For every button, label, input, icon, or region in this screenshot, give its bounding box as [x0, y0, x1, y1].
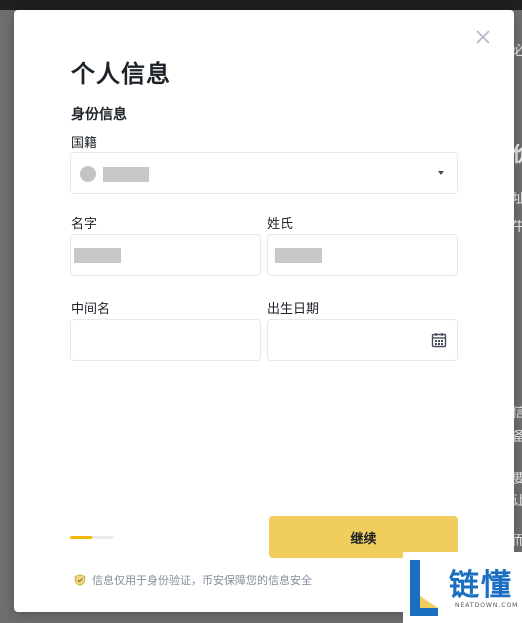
redacted-first-name	[74, 248, 121, 263]
first-name-field[interactable]	[70, 234, 261, 276]
last-name-field[interactable]	[267, 234, 458, 276]
last-name-label: 姓氏	[267, 217, 294, 232]
middle-name-field[interactable]	[70, 319, 261, 361]
first-name-label: 名字	[71, 217, 98, 232]
watermark-logo: 链懂 NEATDOWN.COM	[403, 552, 522, 623]
close-icon[interactable]	[474, 28, 492, 46]
nationality-select[interactable]	[70, 152, 458, 194]
nationality-label: 国籍	[71, 136, 98, 151]
chevron-down-icon	[438, 171, 444, 175]
birth-date-field[interactable]	[267, 319, 458, 361]
middle-name-label: 中间名	[71, 302, 111, 317]
security-note-text: 信息仅用于身份验证，币安保障您的信息安全	[92, 574, 312, 587]
watermark-l-mark	[410, 560, 438, 616]
watermark-text: 链懂	[449, 568, 513, 603]
country-flag-icon	[80, 166, 96, 182]
redacted-last-name	[275, 248, 322, 263]
calendar-icon[interactable]	[431, 332, 447, 348]
background-topbar	[0, 0, 522, 10]
security-note: 信息仅用于身份验证，币安保障您的信息安全	[74, 572, 312, 588]
birth-date-label: 出生日期	[267, 302, 320, 317]
watermark-subtext: NEATDOWN.COM	[455, 602, 519, 609]
redacted-country-name	[103, 167, 149, 182]
progress-bar	[70, 536, 114, 539]
section-title: 身份信息	[71, 107, 127, 123]
personal-info-modal: 个人信息 身份信息 国籍 名字 姓氏 中间名 出生日期 继续 信息仅用于身份验证…	[14, 10, 514, 612]
page-title: 个人信息	[71, 60, 171, 88]
progress-fill	[70, 536, 92, 539]
shield-check-icon	[74, 574, 86, 586]
